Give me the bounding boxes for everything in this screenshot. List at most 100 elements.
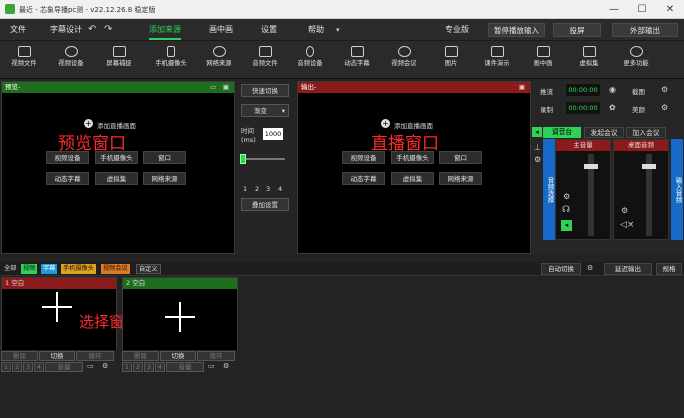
beauty-button[interactable]: 美颜 — [632, 104, 645, 114]
undo-icon[interactable]: ↶ — [88, 24, 96, 35]
tool-audio-device[interactable]: 音频设备 — [287, 44, 333, 76]
scene-1-volume[interactable]: 音量 — [45, 362, 83, 372]
page-2[interactable]: 2 — [255, 185, 259, 193]
scene-2-loop-button[interactable]: 循环 — [197, 351, 235, 361]
settings-gear-icon[interactable]: ⚙ — [661, 85, 668, 94]
tool-virtual-set[interactable]: 虚拟集 — [566, 44, 612, 76]
live-virtual-set-button[interactable]: 虚拟集 — [391, 172, 434, 185]
tool-audio-file[interactable]: 音频文件 — [242, 44, 288, 76]
preview-phone-camera-button[interactable]: 手机摄像头 — [95, 151, 138, 164]
live-menu-icon[interactable]: ▣ — [519, 82, 525, 93]
settings-gear-icon[interactable]: ⚙ — [102, 362, 108, 370]
tab-all[interactable]: 全部 — [2, 264, 18, 274]
input-audio-tab[interactable]: 输入音频 — [671, 139, 683, 240]
scene-2-num-3[interactable]: 3 — [144, 362, 154, 372]
transition-select[interactable]: 渐变 ▾ — [241, 104, 289, 117]
speaker-icon[interactable]: ◂ — [532, 127, 542, 137]
tab-mixer[interactable]: 调音台 — [543, 127, 581, 138]
scene-1-num-1[interactable]: 1 — [1, 362, 11, 372]
live-panel[interactable]: 输出- ▣ + 添加直播画面 直播窗口 视频设备 手机摄像头 窗口 动态字幕 虚… — [297, 81, 531, 254]
tool-more[interactable]: 更多功能 — [613, 44, 659, 76]
scene-2-volume[interactable]: 音量 — [166, 362, 204, 372]
redo-icon[interactable]: ↷ — [104, 24, 112, 35]
preview-menu-icon[interactable]: ▣ — [223, 82, 229, 93]
live-phone-camera-button[interactable]: 手机摄像头 — [391, 151, 434, 164]
scene-1-num-3[interactable]: 3 — [23, 362, 33, 372]
tab-video[interactable]: 视频 — [21, 264, 38, 274]
scene-1-delete-button[interactable]: 删除 — [1, 351, 38, 361]
tab-subtitle[interactable]: 字幕 — [41, 264, 58, 274]
tab-phone-camera[interactable]: 手机摄像头 — [61, 264, 96, 274]
audio-select-tab[interactable]: 音频选择 — [543, 139, 555, 240]
beauty-icon[interactable]: ✿ — [609, 103, 616, 112]
auto-switch-button[interactable]: 自动切换 — [541, 263, 581, 275]
projection-button[interactable]: 投屏 — [553, 23, 601, 37]
scene-2-num-2[interactable]: 2 — [133, 362, 143, 372]
spec-button[interactable]: 规格 — [656, 263, 682, 275]
menu-subtitle-design[interactable]: 字幕设计 — [50, 19, 82, 41]
desktop-audio-fader[interactable] — [642, 164, 656, 169]
settings-gear-icon[interactable]: ⚙ — [587, 264, 593, 272]
transition-slider-track[interactable] — [242, 158, 285, 160]
scene-2-num-4[interactable]: 4 — [155, 362, 165, 372]
tab-settings[interactable]: 设置 — [261, 19, 277, 41]
external-output-button[interactable]: 外部输出 — [612, 23, 678, 37]
live-network-source-button[interactable]: 网络来源 — [439, 172, 482, 185]
tab-add-source[interactable]: 添加来源 — [149, 19, 181, 41]
settings-gear-icon[interactable]: ⚙ — [223, 362, 229, 370]
chevron-down-icon[interactable]: ▾ — [336, 26, 340, 34]
preview-virtual-set-button[interactable]: 虚拟集 — [95, 172, 138, 185]
tool-video-file[interactable]: 视频文件 — [1, 44, 47, 76]
pause-input-button[interactable]: 暂停播放输入 — [488, 23, 545, 37]
overlay-settings-button[interactable]: 叠加设置 — [241, 198, 289, 211]
tool-video-meeting[interactable]: 视频会议 — [381, 44, 427, 76]
settings-gear-icon[interactable]: ⚙ — [661, 103, 668, 112]
preview-video-device-button[interactable]: 视频设备 — [46, 151, 89, 164]
live-window-button[interactable]: 窗口 — [439, 151, 482, 164]
tab-pip[interactable]: 画中画 — [209, 19, 233, 41]
live-dynamic-subtitle-button[interactable]: 动态字幕 — [342, 172, 385, 185]
monitor-icon[interactable]: ▭ — [208, 362, 215, 370]
push-stream-label[interactable]: 推流 — [540, 86, 553, 96]
tool-video-device[interactable]: 视频设备 — [48, 44, 94, 76]
scene-1-num-4[interactable]: 4 — [34, 362, 44, 372]
page-4[interactable]: 4 — [278, 185, 282, 193]
tab-start-meeting[interactable]: 发起会议 — [584, 127, 624, 138]
monitor-icon[interactable]: ▭ — [87, 362, 94, 370]
add-scene-icon[interactable]: + — [84, 119, 93, 128]
quick-switch-button[interactable]: 快速切换 — [241, 84, 289, 97]
scene-1-loop-button[interactable]: 循环 — [76, 351, 114, 361]
tool-courseware[interactable]: 课件演示 — [474, 44, 520, 76]
tool-image[interactable]: 图片 — [428, 44, 474, 76]
settings-gear-icon[interactable]: ⚙ — [534, 155, 541, 164]
add-scene-icon[interactable]: + — [381, 119, 390, 128]
tool-pip[interactable]: 画中画 — [520, 44, 566, 76]
settings-gear-icon[interactable]: ⚙ — [621, 206, 628, 215]
scene-1-num-2[interactable]: 2 — [12, 362, 22, 372]
delay-output-button[interactable]: 延迟输出 — [604, 263, 652, 275]
time-input[interactable]: 1000 — [263, 128, 283, 140]
preview-popout-icon[interactable]: ▭ — [210, 82, 216, 93]
scene-2-switch-button[interactable]: 切换 — [160, 351, 196, 361]
pin-icon[interactable]: ⊥ — [534, 143, 541, 152]
page-1[interactable]: 1 — [243, 185, 247, 193]
preview-network-source-button[interactable]: 网络来源 — [143, 172, 186, 185]
tab-join-meeting[interactable]: 加入会议 — [626, 127, 666, 138]
tool-screen-capture[interactable]: 屏幕捕捉 — [96, 44, 142, 76]
menu-file[interactable]: 文件 — [10, 19, 26, 41]
live-video-device-button[interactable]: 视频设备 — [342, 151, 385, 164]
tab-video-meeting[interactable]: 视频会议 — [101, 264, 130, 274]
close-button[interactable]: ✕ — [656, 0, 684, 19]
preview-dynamic-subtitle-button[interactable]: 动态字幕 — [46, 172, 89, 185]
main-volume-fader[interactable] — [584, 164, 598, 169]
minimize-button[interactable]: — — [600, 0, 628, 19]
screenshot-button[interactable]: 截图 — [632, 86, 645, 96]
headphone-icon[interactable]: ☊ — [562, 205, 570, 215]
tool-dynamic-subtitle[interactable]: 动态字幕 — [334, 44, 380, 76]
screenshot-icon[interactable]: ◉ — [609, 85, 616, 94]
page-3[interactable]: 3 — [266, 185, 270, 193]
settings-gear-icon[interactable]: ⚙ — [563, 192, 570, 201]
preview-window-button[interactable]: 窗口 — [143, 151, 186, 164]
tool-phone-camera[interactable]: 手机摄像头 — [148, 44, 194, 76]
transition-slider-handle[interactable] — [240, 154, 246, 164]
